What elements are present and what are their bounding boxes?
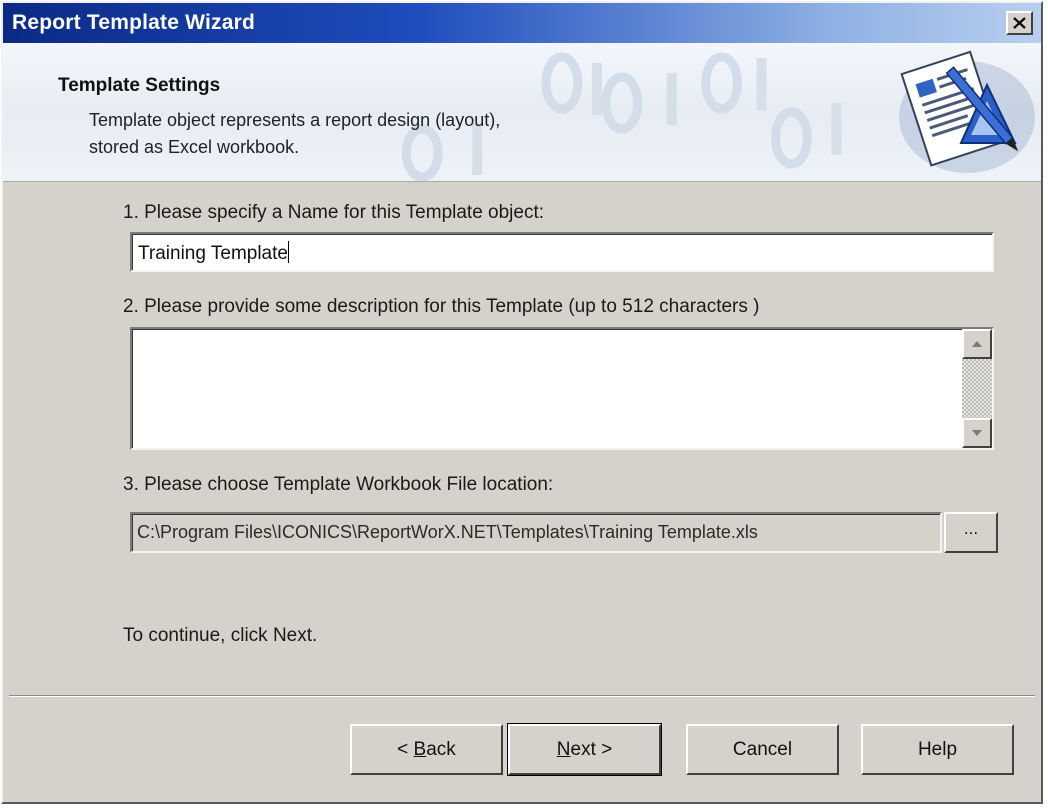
description-label: 2. Please provide some description for t… [123,296,760,317]
text-cursor [287,241,289,263]
template-name-input[interactable]: Training Template [130,232,994,272]
description-textarea[interactable] [130,327,994,450]
template-name-value: Training Template [138,243,288,264]
browse-button[interactable]: ... [944,512,998,553]
button-separator [9,695,1035,697]
next-button-label: Next > [556,738,613,760]
help-button[interactable]: Help [861,724,1014,775]
back-button[interactable]: < Back [350,724,503,775]
header-title: Template Settings [58,75,221,96]
wizard-document-pen-icon [899,50,1035,173]
window-title: Report Template Wizard [12,11,256,34]
arrow-up-icon [972,341,982,347]
name-label: 1. Please specify a Name for this Templa… [123,202,545,223]
title-bar[interactable]: Report Template Wizard [3,3,1041,43]
back-button-label: < Back [397,738,456,760]
scroll-down-button[interactable] [962,418,992,448]
header-description-line1: Template object represents a report desi… [89,110,501,130]
wizard-dialog: Report Template Wizard Template Settings… [1,1,1043,804]
arrow-down-icon [972,430,982,436]
scroll-up-button[interactable] [962,329,992,359]
file-location-value: C:\Program Files\ICONICS\ReportWorX.NET\… [137,522,758,542]
close-button[interactable] [1006,11,1033,35]
cancel-button[interactable]: Cancel [686,724,839,775]
close-icon [1013,17,1026,29]
next-button[interactable]: Next > [507,723,662,776]
header-description-line2: stored as Excel workbook. [89,137,300,157]
continue-hint: To continue, click Next. [123,625,318,646]
file-location-field: C:\Program Files\ICONICS\ReportWorX.NET\… [130,512,942,553]
file-location-label: 3. Please choose Template Workbook File … [123,474,554,495]
description-scrollbar[interactable] [962,329,992,448]
wizard-header: Template Settings Template object repres… [3,43,1041,182]
